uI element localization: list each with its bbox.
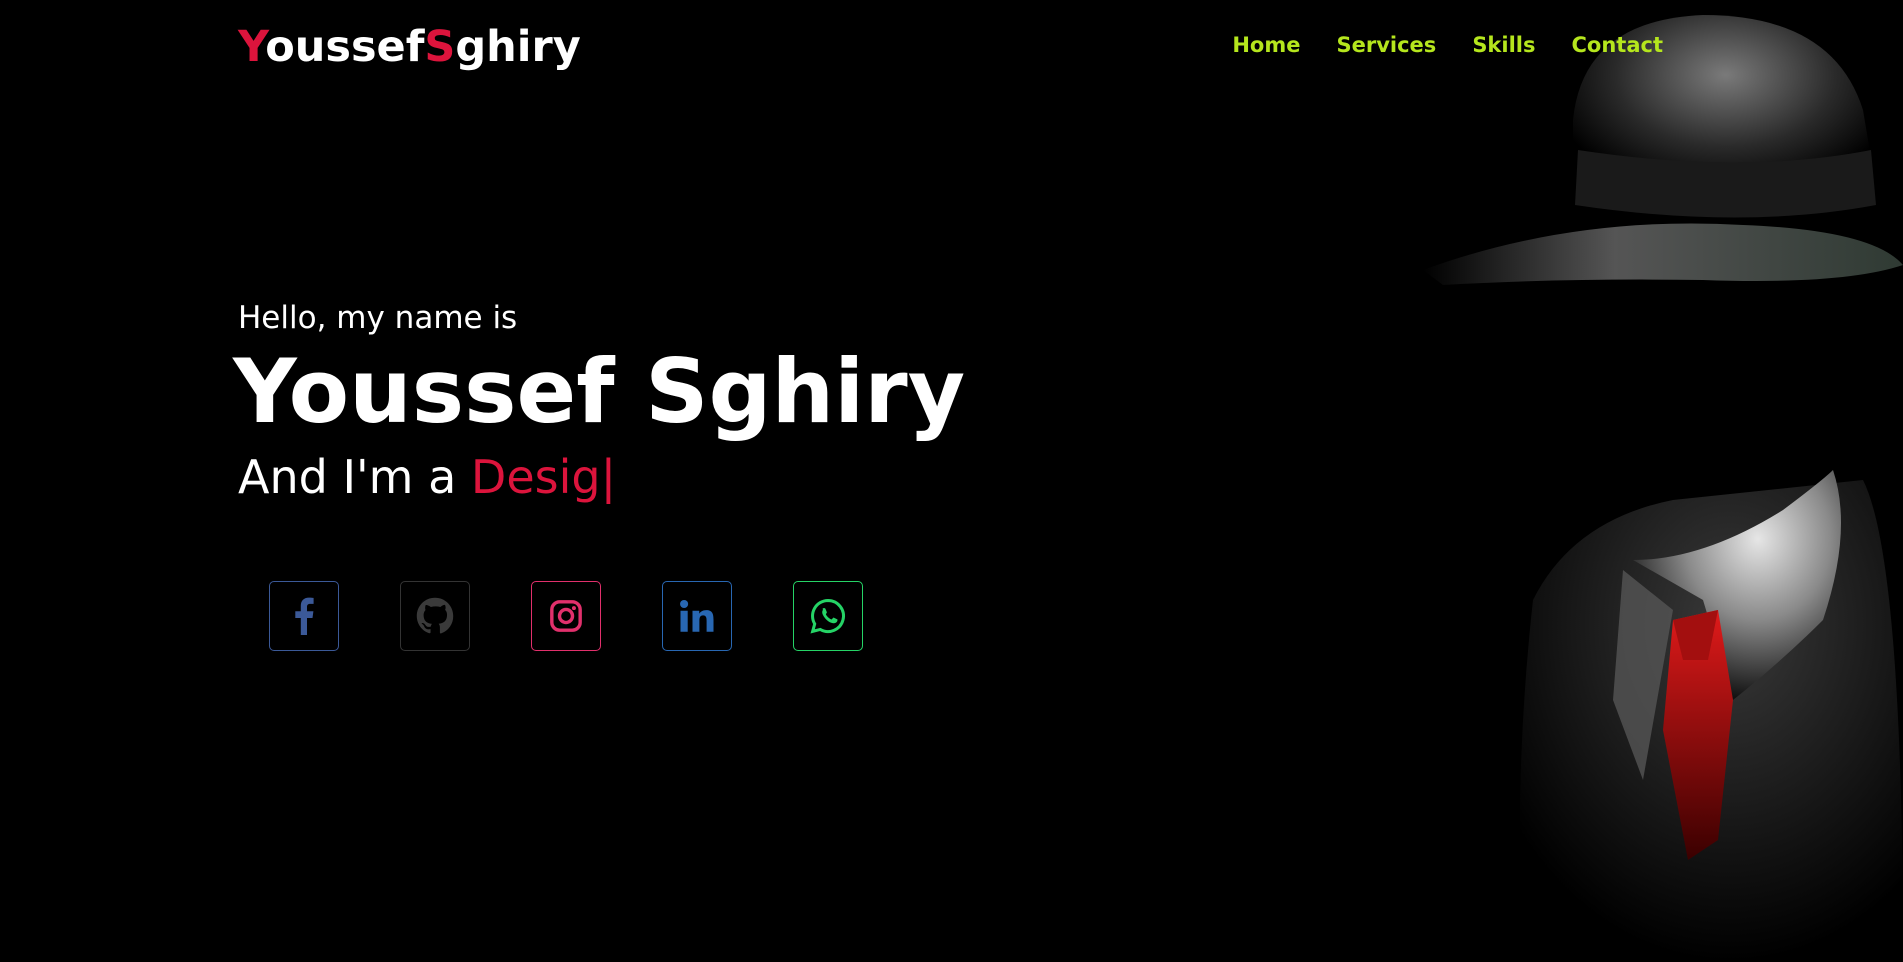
facebook-icon	[295, 597, 314, 635]
instagram-link[interactable]	[531, 581, 601, 651]
nav-link-contact[interactable]: Contact	[1572, 33, 1664, 57]
hero-role: And I'm a Desig|	[238, 450, 965, 504]
instagram-icon	[550, 600, 582, 632]
github-icon	[416, 597, 454, 634]
nav-link-skills[interactable]: Skills	[1472, 33, 1535, 57]
linkedin-icon	[680, 599, 714, 632]
logo-first-name: oussef	[265, 22, 425, 72]
social-links	[269, 581, 863, 651]
typing-caret: |	[600, 450, 617, 504]
logo-initial-y: Y	[238, 22, 266, 72]
hero-role-prefix: And I'm a	[238, 450, 471, 504]
linkedin-link[interactable]	[662, 581, 732, 651]
logo-last-name: ghiry	[455, 22, 581, 72]
whatsapp-link[interactable]	[793, 581, 863, 651]
facebook-link[interactable]	[269, 581, 339, 651]
hero-section: Hello, my name is Youssef Sghiry And I'm…	[233, 300, 965, 504]
hero-name: Youssef Sghiry	[233, 340, 966, 443]
github-link[interactable]	[400, 581, 470, 651]
hero-role-typed: Desig	[470, 450, 601, 504]
whatsapp-icon	[810, 598, 845, 634]
nav-menu: Home Services Skills Contact	[1232, 33, 1663, 57]
hero-greeting: Hello, my name is	[238, 300, 518, 336]
site-logo[interactable]: YoussefSghiry	[238, 22, 581, 72]
hat-man-background-image	[1423, 15, 1903, 962]
logo-initial-s: S	[424, 22, 456, 72]
nav-link-services[interactable]: Services	[1337, 33, 1437, 57]
nav-link-home[interactable]: Home	[1232, 33, 1300, 57]
navbar: YoussefSghiry Home Services Skills Conta…	[0, 0, 1903, 96]
